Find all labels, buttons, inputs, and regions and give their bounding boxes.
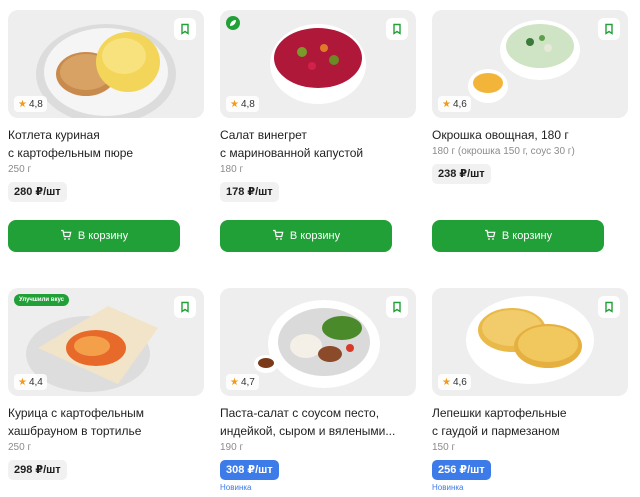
product-card[interactable]: ★ 4,7 Паста-салат с соусом песто, индейк… — [220, 288, 416, 492]
product-card[interactable]: Улучшили вкус ★ 4,4 Курица с картофельны… — [8, 288, 204, 480]
title-line: с гаудой и пармезаном — [432, 424, 560, 438]
product-card[interactable]: ★ 4,8 Салат винегрет с маринованной капу… — [220, 10, 416, 252]
star-icon: ★ — [230, 376, 239, 388]
product-weight: 250 г — [8, 442, 32, 453]
product-weight: 190 г — [220, 442, 244, 453]
product-title[interactable]: Курица с картофельным хашбрауном в торти… — [8, 404, 204, 440]
bookmark-icon[interactable] — [386, 296, 408, 318]
product-title[interactable]: Котлета куриная с картофельным пюре — [8, 126, 204, 162]
add-to-cart-button[interactable]: В корзину — [220, 220, 392, 252]
rating-value: 4,7 — [240, 376, 255, 388]
rating-badge: ★ 4,7 — [226, 374, 259, 390]
product-price: 256 ₽/шт — [432, 460, 491, 480]
rating-badge: ★ 4,8 — [226, 96, 259, 112]
promo-badge: Улучшили вкус — [14, 294, 69, 306]
product-weight: 250 г — [8, 164, 32, 175]
product-weight: 180 г — [220, 164, 244, 175]
product-weight: 150 г — [432, 442, 456, 453]
product-image[interactable]: Улучшили вкус ★ 4,4 — [8, 288, 204, 396]
add-to-cart-label: В корзину — [501, 230, 553, 242]
add-to-cart-button[interactable]: В корзину — [8, 220, 180, 252]
title-line: с маринованной капустой — [220, 146, 364, 160]
title-line: с картофельным пюре — [8, 146, 134, 160]
rating-badge: ★ 4,6 — [438, 96, 471, 112]
title-line: Окрошка овощная, 180 г — [432, 128, 569, 142]
product-image[interactable]: ★ 4,8 — [8, 10, 204, 118]
star-icon: ★ — [230, 98, 239, 110]
product-title[interactable]: Паста-салат с соусом песто, индейкой, сы… — [220, 404, 416, 440]
bookmark-icon[interactable] — [386, 18, 408, 40]
product-card[interactable]: ★ 4,6 Лепешки картофельные с гаудой и па… — [432, 288, 628, 492]
rating-value: 4,6 — [452, 98, 467, 110]
title-line: Котлета куриная — [8, 128, 100, 142]
title-line: Салат винегрет — [220, 128, 307, 142]
star-icon: ★ — [18, 98, 27, 110]
rating-value: 4,4 — [28, 376, 43, 388]
add-to-cart-label: В корзину — [289, 230, 341, 242]
product-image[interactable]: ★ 4,6 — [432, 10, 628, 118]
leaf-icon — [226, 16, 240, 30]
title-line: Лепешки картофельные — [432, 406, 567, 420]
new-label: Новинка — [432, 483, 464, 492]
rating-value: 4,8 — [28, 98, 43, 110]
title-line: индейкой, сыром и вялеными... — [220, 424, 396, 438]
product-title[interactable]: Окрошка овощная, 180 г — [432, 126, 628, 144]
rating-badge: ★ 4,8 — [14, 96, 47, 112]
star-icon: ★ — [442, 376, 451, 388]
new-label: Новинка — [220, 483, 252, 492]
add-to-cart-button[interactable]: В корзину — [432, 220, 604, 252]
rating-value: 4,6 — [452, 376, 467, 388]
product-price: 298 ₽/шт — [8, 460, 67, 480]
bookmark-icon[interactable] — [174, 296, 196, 318]
title-line: Курица с картофельным — [8, 406, 144, 420]
product-image[interactable]: ★ 4,8 — [220, 10, 416, 118]
add-to-cart-label: В корзину — [77, 230, 129, 242]
product-price: 178 ₽/шт — [220, 182, 279, 202]
title-line: Паста-салат с соусом песто, — [220, 406, 380, 420]
rating-badge: ★ 4,4 — [14, 374, 47, 390]
cart-icon — [484, 229, 496, 244]
rating-value: 4,8 — [240, 98, 255, 110]
product-image[interactable]: ★ 4,6 — [432, 288, 628, 396]
bookmark-icon[interactable] — [598, 296, 620, 318]
product-price: 238 ₽/шт — [432, 164, 491, 184]
product-card[interactable]: ★ 4,8 Котлета куриная с картофельным пюр… — [8, 10, 204, 252]
product-title[interactable]: Лепешки картофельные с гаудой и пармезан… — [432, 404, 628, 440]
star-icon: ★ — [18, 376, 27, 388]
product-price: 308 ₽/шт — [220, 460, 279, 480]
product-image[interactable]: ★ 4,7 — [220, 288, 416, 396]
cart-icon — [272, 229, 284, 244]
rating-badge: ★ 4,6 — [438, 374, 471, 390]
product-card[interactable]: ★ 4,6 Окрошка овощная, 180 г 180 г (окро… — [432, 10, 628, 252]
bookmark-icon[interactable] — [598, 18, 620, 40]
product-price: 280 ₽/шт — [8, 182, 67, 202]
bookmark-icon[interactable] — [174, 18, 196, 40]
title-line: хашбрауном в тортилье — [8, 424, 142, 438]
product-weight: 180 г (окрошка 150 г, соус 30 г) — [432, 146, 575, 157]
star-icon: ★ — [442, 98, 451, 110]
product-title[interactable]: Салат винегрет с маринованной капустой — [220, 126, 416, 162]
cart-icon — [60, 229, 72, 244]
